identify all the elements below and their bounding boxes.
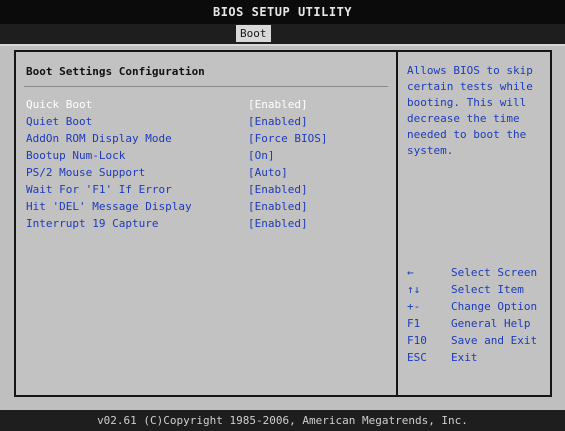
- setting-row[interactable]: Interrupt 19 Capture [Enabled]: [26, 216, 386, 232]
- key-row-exit: ESC Exit: [407, 349, 552, 366]
- app-title: BIOS SETUP UTILITY: [212, 5, 353, 19]
- setting-value[interactable]: [Force BIOS]: [248, 131, 327, 147]
- main-panel: Boot Settings Configuration Quick Boot [E…: [14, 50, 552, 397]
- key-desc: Change Option: [451, 300, 538, 313]
- setting-row[interactable]: Quick Boot [Enabled]: [26, 97, 386, 113]
- setting-value[interactable]: [Enabled]: [248, 97, 308, 113]
- setting-value[interactable]: [Auto]: [248, 165, 288, 181]
- key-legend: ← Select Screen ↑↓ Select Item +- Change…: [407, 264, 552, 366]
- setting-value[interactable]: [Enabled]: [248, 199, 308, 215]
- setting-label: Quick Boot: [26, 98, 93, 111]
- key-esc: ESC: [407, 351, 427, 364]
- help-line: Allows BIOS to skip: [407, 64, 533, 77]
- title-bar: BIOS SETUP UTILITY: [0, 0, 565, 24]
- setting-value[interactable]: [Enabled]: [248, 182, 308, 198]
- setting-label: Quiet Boot: [26, 115, 93, 128]
- section-title: Boot Settings Configuration: [26, 65, 205, 78]
- section-rule: [24, 86, 388, 87]
- setting-value[interactable]: [Enabled]: [248, 114, 308, 130]
- key-row-select-item: ↑↓ Select Item: [407, 281, 552, 298]
- key-desc: Select Screen: [451, 266, 538, 279]
- help-line: system.: [407, 144, 454, 157]
- key-desc: Save and Exit: [451, 334, 538, 347]
- key-row-save-exit: F10 Save and Exit: [407, 332, 552, 349]
- help-line: decrease the time: [407, 112, 520, 125]
- setting-row[interactable]: PS/2 Mouse Support [Auto]: [26, 165, 386, 181]
- setting-label: AddOn ROM Display Mode: [26, 132, 172, 145]
- setting-row[interactable]: Wait For 'F1' If Error [Enabled]: [26, 182, 386, 198]
- key-row-general-help: F1 General Help: [407, 315, 552, 332]
- key-arrow-left: ←: [407, 266, 414, 279]
- tab-bar: Boot: [0, 24, 565, 46]
- setting-label: Hit 'DEL' Message Display: [26, 200, 192, 213]
- setting-label: Wait For 'F1' If Error: [26, 183, 172, 196]
- tab-boot[interactable]: Boot: [236, 25, 271, 42]
- panel-divider: [396, 52, 398, 395]
- setting-row[interactable]: AddOn ROM Display Mode [Force BIOS]: [26, 131, 386, 147]
- help-line: certain tests while: [407, 80, 533, 93]
- setting-row[interactable]: Quiet Boot [Enabled]: [26, 114, 386, 130]
- key-desc: Select Item: [451, 283, 524, 296]
- key-arrows-updown: ↑↓: [407, 283, 421, 296]
- key-desc: General Help: [451, 317, 531, 330]
- key-desc: Exit: [451, 351, 478, 364]
- key-row-change-option: +- Change Option: [407, 298, 552, 315]
- copyright-footer: v02.61 (C)Copyright 1985-2006, American …: [0, 410, 565, 431]
- setting-value[interactable]: [Enabled]: [248, 216, 308, 232]
- key-plus-minus: +-: [407, 300, 421, 313]
- key-f1: F1: [407, 317, 421, 330]
- key-row-select-screen: ← Select Screen: [407, 264, 552, 281]
- help-text: Allows BIOS to skip certain tests while …: [407, 63, 549, 159]
- help-line: needed to boot the: [407, 128, 527, 141]
- setting-label: PS/2 Mouse Support: [26, 166, 146, 179]
- setting-value[interactable]: [On]: [248, 148, 275, 164]
- setting-label: Interrupt 19 Capture: [26, 217, 159, 230]
- setting-row[interactable]: Bootup Num-Lock [On]: [26, 148, 386, 164]
- setting-row[interactable]: Hit 'DEL' Message Display [Enabled]: [26, 199, 386, 215]
- help-line: booting. This will: [407, 96, 527, 109]
- setting-label: Bootup Num-Lock: [26, 149, 126, 162]
- key-f10: F10: [407, 334, 427, 347]
